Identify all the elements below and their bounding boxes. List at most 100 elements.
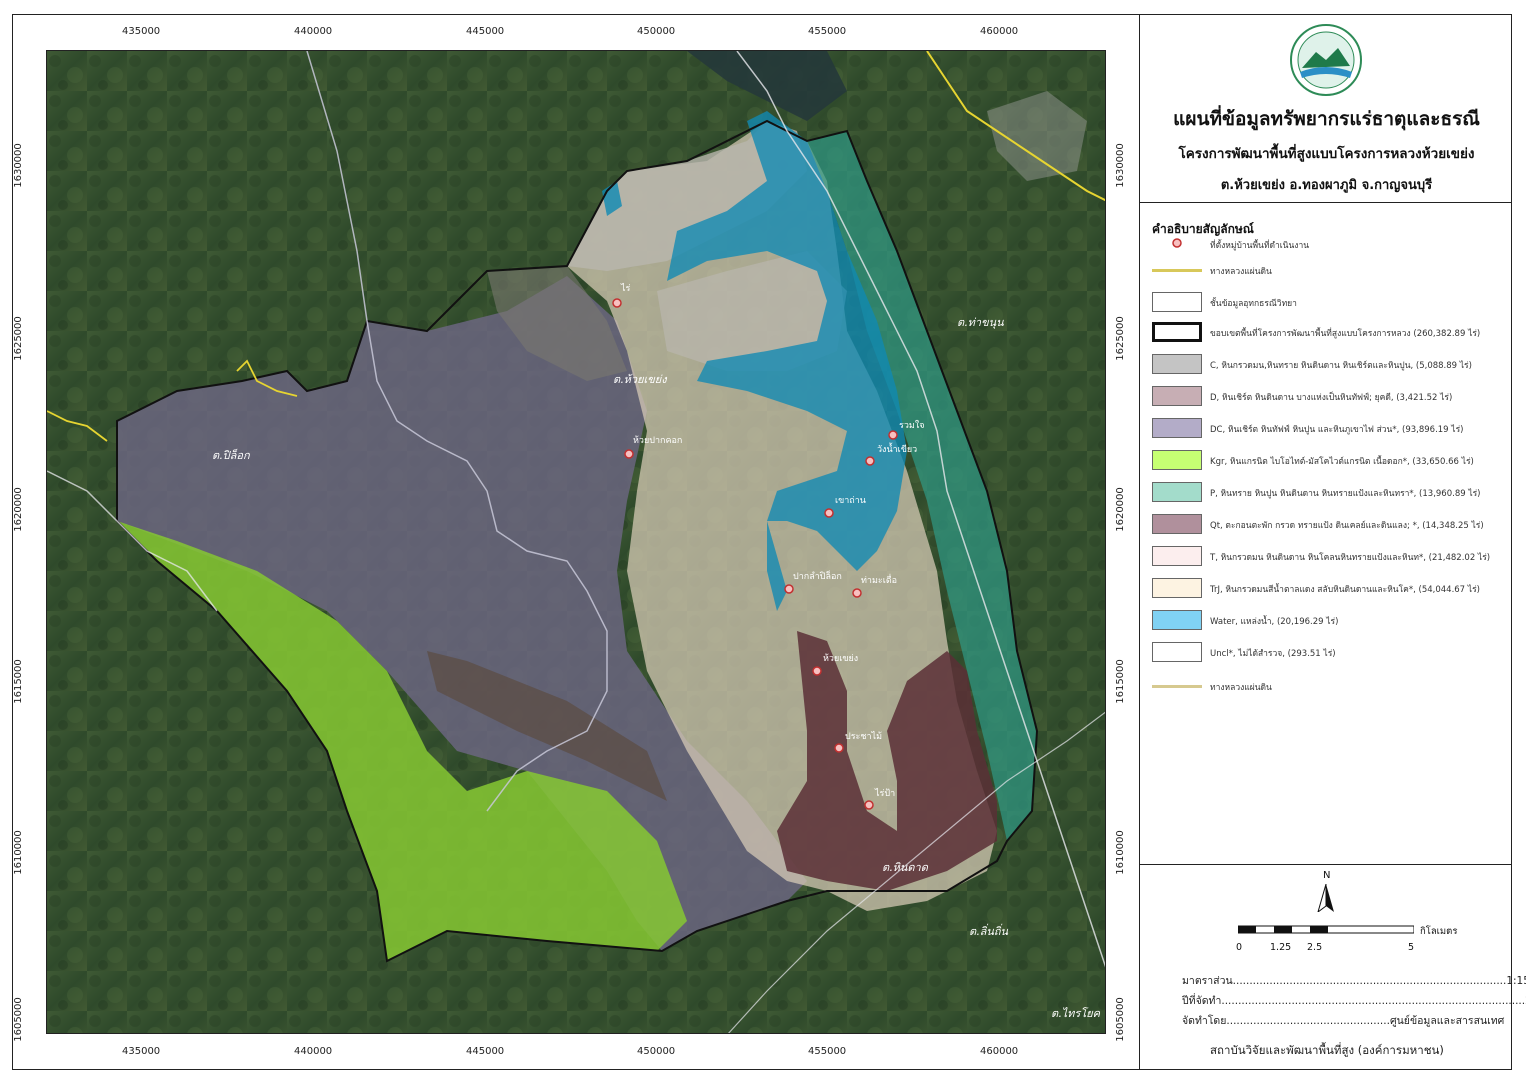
x-tick-top: 455000 xyxy=(808,26,847,37)
map-year-text: ปีที่จัดทำ..............................… xyxy=(1182,995,1526,1007)
y-tick-left: 1620000 xyxy=(12,487,24,532)
village-label: ประชาไม้ xyxy=(845,731,882,742)
legend-item-uncl: Uncl*, ไม่ได้สำรวจ, (293.51 ไร่) xyxy=(1152,642,1512,664)
legend-label: ชั้นข้อมูลอุทกธรณีวิทยา xyxy=(1210,299,1297,309)
district-label: ต.หินดาด xyxy=(882,861,929,874)
legend-label: DC, หินเชิร์ต หินทัฟฟ์ หินปูน และหินภูเข… xyxy=(1210,425,1464,435)
map-scale-text: มาตราส่วน...............................… xyxy=(1182,975,1526,987)
highway-line-icon xyxy=(1152,269,1202,272)
legend-item-hydro-layer: ชั้นข้อมูลอุทกธรณีวิทยา xyxy=(1152,292,1512,314)
legend-label: Kgr, หินแกรนิต ไบโอไทต์-มัสโคไวต์แกรนิต … xyxy=(1210,457,1474,467)
divider xyxy=(1140,864,1512,865)
x-tick-top: 445000 xyxy=(466,26,505,37)
scale-label: 1.25 xyxy=(1270,942,1292,953)
legend-label: ทางหลวงแผ่นดิน xyxy=(1210,683,1272,693)
legend-label: ทางหลวงแผ่นดิน xyxy=(1210,267,1272,277)
x-tick-top: 435000 xyxy=(122,26,161,37)
x-tick-bottom: 450000 xyxy=(637,1046,676,1057)
legend-swatch xyxy=(1152,546,1202,566)
district-label: ต.ท่าขนุน xyxy=(957,316,1004,329)
legend-item-qt: Qt, ตะกอนตะพัก กรวด ทรายแป้ง ดินเคลย์และ… xyxy=(1152,514,1512,536)
legend-label: T, หินกรวดมน หินดินดาน หินโคลนหินทรายแป้… xyxy=(1210,553,1491,563)
legend-item-dc: DC, หินเชิร์ต หินทัฟฟ์ หินปูน และหินภูเข… xyxy=(1152,418,1512,440)
legend-swatch xyxy=(1152,578,1202,598)
legend-item-t: T, หินกรวดมน หินดินดาน หินโคลนหินทรายแป้… xyxy=(1152,546,1512,568)
y-tick-left: 1630000 xyxy=(12,143,24,188)
village-label: เขาถ่าน xyxy=(835,496,866,506)
x-tick-bottom: 455000 xyxy=(808,1046,847,1057)
legend-item-highway-2: ทางหลวงแผ่นดิน xyxy=(1152,676,1512,698)
map-subtitle: โครงการพัฒนาพื้นที่สูงแบบโครงการหลวงห้วย… xyxy=(1178,146,1475,162)
village-point-icon xyxy=(1172,238,1182,248)
legend-swatch xyxy=(1152,482,1202,502)
legend-label: P, หินทราย หินปูน หินดินดาน หินทรายแป้งแ… xyxy=(1210,489,1481,499)
map-title: แผนที่ข้อมูลทรัพยากรแร่ธาตุและธรณี xyxy=(1173,108,1480,130)
y-tick-left: 1625000 xyxy=(12,316,24,361)
organization-logo xyxy=(1290,24,1362,96)
x-tick-top: 440000 xyxy=(294,26,333,37)
y-tick-right: 1605000 xyxy=(1114,997,1126,1042)
north-arrow-icon xyxy=(1317,884,1334,912)
village-label: รวมใจ xyxy=(899,420,925,431)
y-tick-right: 1625000 xyxy=(1114,316,1126,361)
scale-bar xyxy=(1238,925,1414,934)
x-tick-bottom: 445000 xyxy=(466,1046,505,1057)
legend-label: ขอบเขตพื้นที่โครงการพัฒนาพื้นที่สูงแบบโค… xyxy=(1210,329,1481,339)
legend-item-d: D, หินเชิร์ต หินดินดาน บางแห่งเป็นหินทัฟ… xyxy=(1152,386,1512,408)
legend-label: D, หินเชิร์ต หินดินดาน บางแห่งเป็นหินทัฟ… xyxy=(1210,393,1453,403)
legend-swatch xyxy=(1152,354,1202,374)
legend-swatch xyxy=(1152,418,1202,438)
village-label: ไร่ป้า xyxy=(874,788,895,799)
legend-item-boundary: ขอบเขตพื้นที่โครงการพัฒนาพื้นที่สูงแบบโค… xyxy=(1152,322,1512,344)
scale-unit: กิโลเมตร xyxy=(1420,926,1458,937)
village-label: ห้วยเขย่ง xyxy=(823,653,858,664)
legend-swatch xyxy=(1152,322,1202,342)
scale-label: 5 xyxy=(1408,942,1415,953)
legend-swatch xyxy=(1152,610,1202,630)
map-svg: ไร่ ห้วยปากคอก รวมใจ วังน้ำเขียว เขาถ่าน… xyxy=(47,51,1105,1033)
divider xyxy=(1140,202,1512,203)
organization-name: สถาบันวิจัยและพัฒนาพื้นที่สูง (องค์การมห… xyxy=(1210,1043,1444,1057)
y-tick-right: 1630000 xyxy=(1114,143,1126,188)
north-label: N xyxy=(1323,870,1331,881)
legend-item-kgr: Kgr, หินแกรนิต ไบโอไทต์-มัสโคไวต์แกรนิต … xyxy=(1152,450,1512,472)
map-author-text: จัดทำโดย................................… xyxy=(1182,1015,1505,1027)
legend-item-p: P, หินทราย หินปูน หินดินดาน หินทรายแป้งแ… xyxy=(1152,482,1512,504)
legend-label: Water, แหล่งน้ำ, (20,196.29 ไร่) xyxy=(1210,617,1339,627)
legend-swatch xyxy=(1152,450,1202,470)
legend-item-c: C, หินกรวดมน,หินทราย หินดินดาน หินเชิร์ต… xyxy=(1152,354,1512,376)
x-tick-top: 450000 xyxy=(637,26,676,37)
legend-label: Qt, ตะกอนตะพัก กรวด ทรายแป้ง ดินเคลย์และ… xyxy=(1210,521,1484,531)
legend-label: Uncl*, ไม่ได้สำรวจ, (293.51 ไร่) xyxy=(1210,649,1336,659)
legend-item-highway: ทางหลวงแผ่นดิน xyxy=(1152,260,1512,282)
village-label: ไร่ xyxy=(620,283,631,294)
y-tick-right: 1615000 xyxy=(1114,659,1126,704)
legend-item-water: Water, แหล่งน้ำ, (20,196.29 ไร่) xyxy=(1152,610,1512,632)
legend-swatch xyxy=(1152,386,1202,406)
y-tick-left: 1615000 xyxy=(12,659,24,704)
district-label: ต.ห้วยเขย่ง xyxy=(613,373,668,386)
district-label: ต.ไทรโยค xyxy=(1051,1007,1101,1020)
scale-label: 0 xyxy=(1236,942,1243,953)
x-tick-bottom: 440000 xyxy=(294,1046,333,1057)
map-canvas[interactable]: ไร่ ห้วยปากคอก รวมใจ วังน้ำเขียว เขาถ่าน… xyxy=(46,50,1106,1034)
legend-item-trj: TrJ, หินกรวดมนสีน้ำตาลแดง สลับหินดินดานแ… xyxy=(1152,578,1512,600)
legend-label: C, หินกรวดมน,หินทราย หินดินดาน หินเชิร์ต… xyxy=(1210,361,1472,371)
legend-label: TrJ, หินกรวดมนสีน้ำตาลแดง สลับหินดินดานแ… xyxy=(1210,585,1480,595)
y-tick-left: 1605000 xyxy=(12,997,24,1042)
district-label: ต.ปิล็อก xyxy=(212,448,251,462)
y-tick-left: 1610000 xyxy=(12,830,24,875)
legend-label: ที่ตั้งหมู่บ้านพื้นที่ดำเนินงาน xyxy=(1210,241,1310,251)
legend-swatch xyxy=(1152,292,1202,312)
x-tick-bottom: 460000 xyxy=(980,1046,1019,1057)
district-label: ต.ลิ่นถิ่น xyxy=(969,923,1009,938)
legend-swatch xyxy=(1152,642,1202,662)
x-tick-bottom: 435000 xyxy=(122,1046,161,1057)
village-label: ห้วยปากคอก xyxy=(633,435,682,446)
map-location: ต.ห้วยเขย่ง อ.ทองผาภูมิ จ.กาญจนบุรี xyxy=(1220,178,1433,193)
y-tick-right: 1610000 xyxy=(1114,830,1126,875)
legend-item-village: ที่ตั้งหมู่บ้านพื้นที่ดำเนินงาน xyxy=(1152,234,1512,256)
legend-swatch xyxy=(1152,514,1202,534)
info-panel: แผนที่ข้อมูลทรัพยากรแร่ธาตุและธรณี โครงก… xyxy=(1139,14,1526,1070)
y-tick-right: 1620000 xyxy=(1114,487,1126,532)
